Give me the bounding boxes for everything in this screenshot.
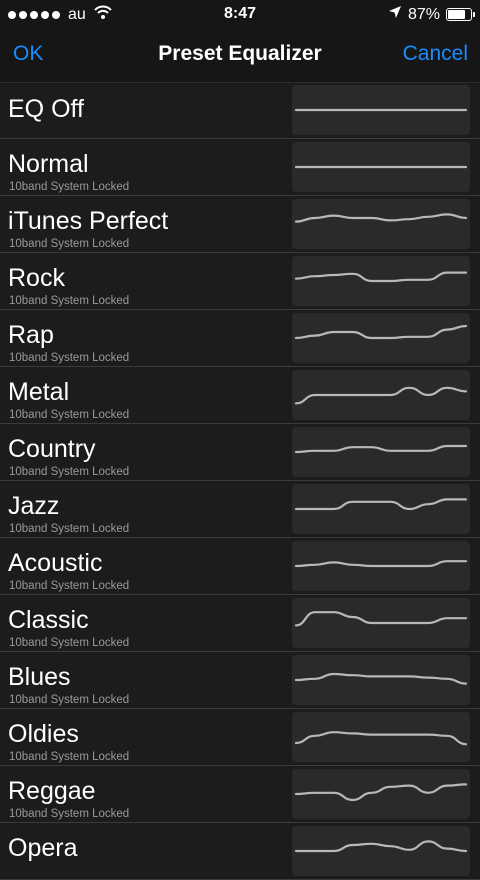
preset-subtitle: 10band System Locked <box>9 808 130 820</box>
eq-curve-line <box>294 213 468 223</box>
eq-curve-preview <box>292 256 470 306</box>
location-arrow-icon <box>388 5 402 24</box>
preset-name: EQ Off <box>8 95 84 123</box>
eq-curve-preview <box>292 370 470 420</box>
eq-curve-preview <box>292 826 470 876</box>
preset-subtitle: 10band System Locked <box>9 466 130 478</box>
preset-row[interactable]: Blues 10band System Locked <box>0 652 480 709</box>
eq-curve-preview <box>292 199 470 249</box>
preset-name: iTunes Perfect <box>8 207 169 235</box>
cancel-button[interactable]: Cancel <box>403 42 468 66</box>
eq-curve-line <box>294 560 468 568</box>
battery-icon <box>446 8 475 21</box>
eq-curve-preview <box>292 142 470 192</box>
preset-name: Reggae <box>8 777 96 805</box>
preset-subtitle: 10band System Locked <box>9 580 130 592</box>
preset-name: Normal <box>8 150 89 178</box>
preset-row[interactable]: Opera <box>0 823 480 880</box>
eq-curve-line <box>294 498 468 511</box>
status-bar: au 8:47 87% <box>0 0 480 28</box>
preset-row[interactable]: iTunes Perfect 10band System Locked <box>0 196 480 253</box>
eq-curve-line <box>294 611 468 627</box>
preset-name: Classic <box>8 606 89 634</box>
status-right: 87% <box>388 5 475 24</box>
eq-curve-preview <box>292 655 470 705</box>
eq-curve-line <box>294 672 468 685</box>
eq-curve-line <box>294 324 468 340</box>
preset-subtitle: 10band System Locked <box>9 181 130 193</box>
preset-name: Acoustic <box>8 549 103 577</box>
preset-subtitle: 10band System Locked <box>9 751 130 763</box>
eq-curve-preview <box>292 85 470 135</box>
eq-curve-preview <box>292 313 470 363</box>
eq-curve-preview <box>292 427 470 477</box>
preset-row[interactable]: Rock 10band System Locked <box>0 253 480 310</box>
preset-row[interactable]: Classic 10band System Locked <box>0 595 480 652</box>
preset-row[interactable]: Oldies 10band System Locked <box>0 709 480 766</box>
preset-row[interactable]: Country 10band System Locked <box>0 424 480 481</box>
preset-subtitle: 10band System Locked <box>9 295 130 307</box>
preset-subtitle: 10band System Locked <box>9 694 130 706</box>
preset-row[interactable]: EQ Off <box>0 82 480 139</box>
preset-row[interactable]: Reggae 10band System Locked <box>0 766 480 823</box>
eq-curve-line <box>294 731 468 746</box>
preset-row[interactable]: Jazz 10band System Locked <box>0 481 480 538</box>
preset-subtitle: 10band System Locked <box>9 409 130 421</box>
preset-row[interactable]: Metal 10band System Locked <box>0 367 480 424</box>
preset-name: Rock <box>8 264 65 292</box>
preset-subtitle: 10band System Locked <box>9 238 130 250</box>
preset-subtitle: 10band System Locked <box>9 637 130 649</box>
preset-name: Metal <box>8 378 70 406</box>
eq-curve-line <box>294 386 468 405</box>
preset-name: Jazz <box>8 492 60 520</box>
eq-curve-line <box>294 840 468 853</box>
preset-subtitle: 10band System Locked <box>9 352 130 364</box>
eq-curve-line <box>294 444 468 454</box>
navigation-bar: OK Preset Equalizer Cancel <box>0 28 480 83</box>
preset-row[interactable]: Normal 10band System Locked <box>0 139 480 196</box>
eq-curve-preview <box>292 484 470 534</box>
preset-list: EQ Off Normal 10band System Locked iTunes P… <box>0 82 480 880</box>
preset-name: Oldies <box>8 720 79 748</box>
eq-curve-preview <box>292 541 470 591</box>
preset-subtitle: 10band System Locked <box>9 523 130 535</box>
preset-name: Blues <box>8 663 71 691</box>
battery-percent: 87% <box>407 5 440 23</box>
eq-curve-preview <box>292 712 470 762</box>
preset-name: Rap <box>8 321 54 349</box>
preset-row[interactable]: Rap 10band System Locked <box>0 310 480 367</box>
preset-name: Country <box>8 435 96 463</box>
eq-curve-line <box>294 783 468 802</box>
eq-curve-line <box>294 271 468 283</box>
preset-name: Opera <box>8 834 78 862</box>
eq-curve-preview <box>292 598 470 648</box>
preset-row[interactable]: Acoustic 10band System Locked <box>0 538 480 595</box>
eq-curve-preview <box>292 769 470 819</box>
